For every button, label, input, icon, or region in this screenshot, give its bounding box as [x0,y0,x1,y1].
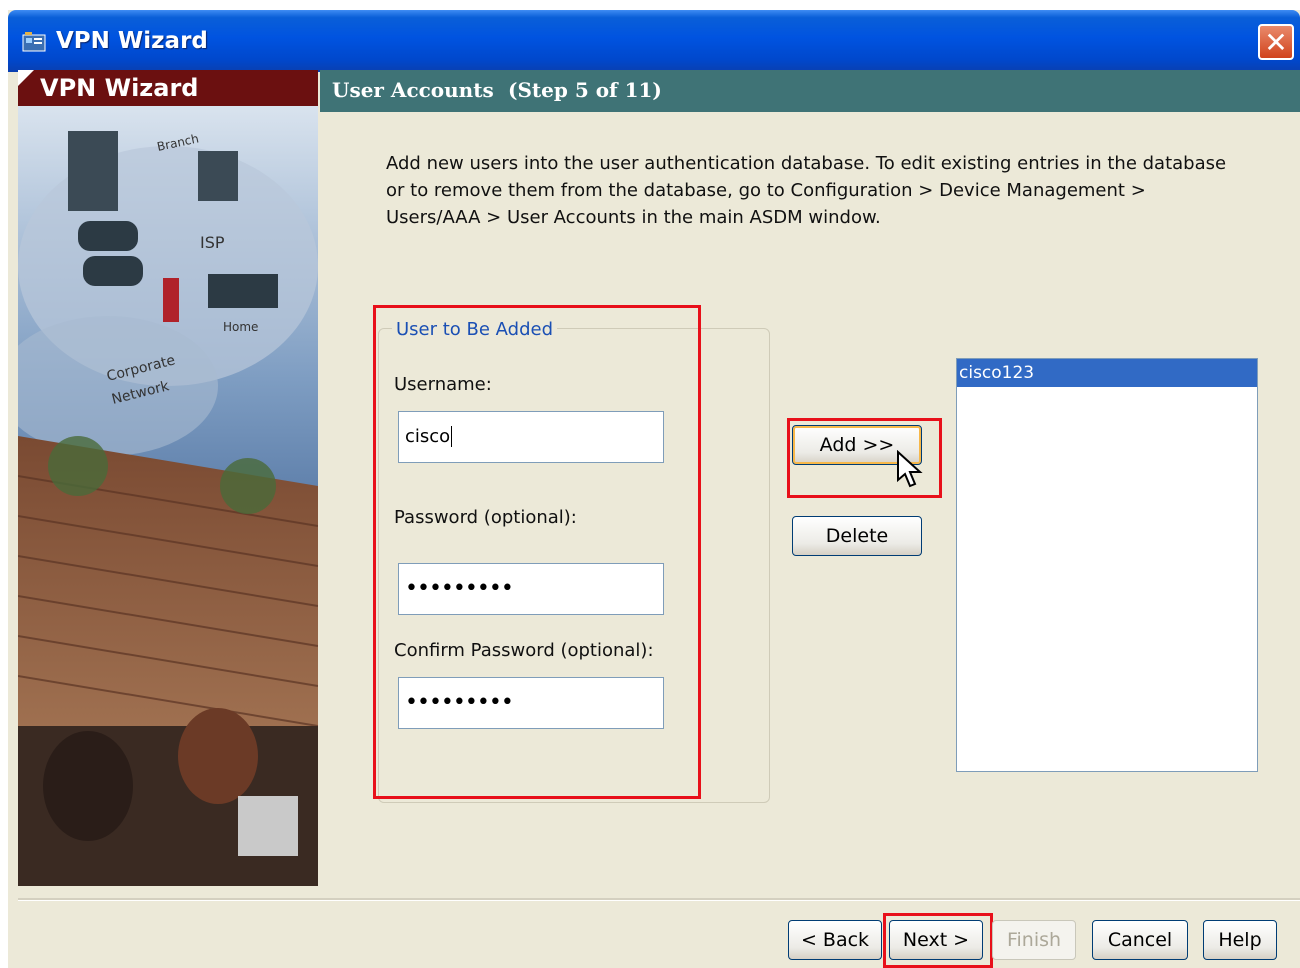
sidebar-title: VPN Wizard [40,74,199,102]
mouse-cursor-icon [897,450,923,488]
finish-button: Finish [992,920,1076,960]
highlight-user-form [373,305,701,799]
svg-text:Home: Home [223,320,258,334]
back-button[interactable]: < Back [788,920,882,960]
help-button[interactable]: Help [1203,920,1277,960]
user-list-item[interactable]: cisco123 [957,359,1257,387]
app-icon [22,32,46,52]
step-counter: (Step 5 of 11) [508,78,662,102]
svg-text:ISP: ISP [200,233,225,252]
user-list[interactable] [956,358,1258,772]
window-title: VPN Wizard [56,28,208,54]
network-illustration: Branch ISP Home Corporate Network [18,106,318,886]
instructions-line: or to remove them from the database, go … [386,180,1146,201]
highlight-next-button [883,913,993,968]
step-title: User Accounts [332,78,494,102]
instructions-line: Add new users into the user authenticati… [386,153,1227,174]
delete-button[interactable]: Delete [792,516,922,556]
instructions-line: Users/AAA > User Accounts in the main AS… [386,207,881,228]
cancel-button[interactable]: Cancel [1092,920,1188,960]
close-button[interactable]: ✕ [1258,24,1294,60]
instructions-text: Add new users into the user authenticati… [386,150,1256,231]
footer-divider [18,898,1300,901]
